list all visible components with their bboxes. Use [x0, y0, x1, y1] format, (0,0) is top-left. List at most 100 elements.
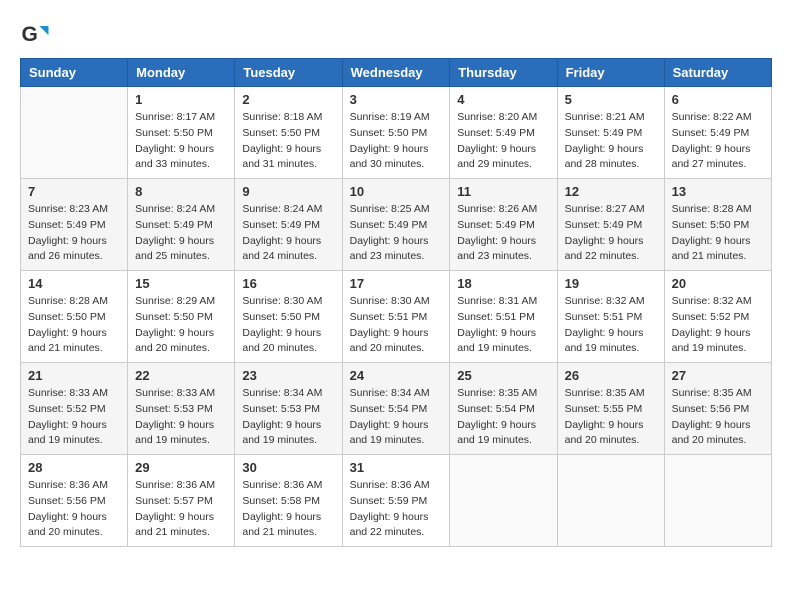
daylight-text: Daylight: 9 hours and 31 minutes.: [242, 142, 334, 174]
calendar-cell: 18Sunrise: 8:31 AMSunset: 5:51 PMDayligh…: [450, 271, 557, 363]
day-info: Sunrise: 8:25 AMSunset: 5:49 PMDaylight:…: [350, 202, 443, 265]
sunset-text: Sunset: 5:52 PM: [672, 310, 764, 326]
day-info: Sunrise: 8:32 AMSunset: 5:51 PMDaylight:…: [565, 294, 657, 357]
sunrise-text: Sunrise: 8:26 AM: [457, 202, 549, 218]
day-info: Sunrise: 8:33 AMSunset: 5:53 PMDaylight:…: [135, 386, 227, 449]
sunset-text: Sunset: 5:49 PM: [28, 218, 120, 234]
day-info: Sunrise: 8:32 AMSunset: 5:52 PMDaylight:…: [672, 294, 764, 357]
calendar-cell: 2 Sunrise: 8:18 AMSunset: 5:50 PMDaylight…: [235, 87, 342, 179]
day-info: Sunrise: 8:30 AMSunset: 5:51 PMDaylight:…: [350, 294, 443, 357]
day-number: 27: [672, 368, 764, 383]
calendar-cell: 31Sunrise: 8:36 AMSunset: 5:59 PMDayligh…: [342, 455, 450, 547]
daylight-text: Daylight: 9 hours and 22 minutes.: [565, 234, 657, 266]
day-number: 28: [28, 460, 120, 475]
day-info: Sunrise: 8:27 AMSunset: 5:49 PMDaylight:…: [565, 202, 657, 265]
sunrise-text: Sunrise: 8:36 AM: [350, 478, 443, 494]
day-number: 29: [135, 460, 227, 475]
daylight-text: Daylight: 9 hours and 33 minutes.: [135, 142, 227, 174]
sunset-text: Sunset: 5:57 PM: [135, 494, 227, 510]
day-info: Sunrise: 8:23 AMSunset: 5:49 PMDaylight:…: [28, 202, 120, 265]
daylight-text: Daylight: 9 hours and 20 minutes.: [672, 418, 764, 450]
day-number: 23: [242, 368, 334, 383]
daylight-text: Daylight: 9 hours and 20 minutes.: [565, 418, 657, 450]
day-info: Sunrise: 8:35 AMSunset: 5:54 PMDaylight:…: [457, 386, 549, 449]
sunset-text: Sunset: 5:49 PM: [565, 126, 657, 142]
day-number: 2: [242, 92, 334, 107]
day-info: Sunrise: 8:24 AMSunset: 5:49 PMDaylight:…: [242, 202, 334, 265]
sunset-text: Sunset: 5:53 PM: [242, 402, 334, 418]
sunrise-text: Sunrise: 8:21 AM: [565, 110, 657, 126]
day-info: Sunrise: 8:18 AMSunset: 5:50 PMDaylight:…: [242, 110, 334, 173]
calendar-week-2: 7Sunrise: 8:23 AMSunset: 5:49 PMDaylight…: [21, 179, 772, 271]
day-info: Sunrise: 8:24 AMSunset: 5:49 PMDaylight:…: [135, 202, 227, 265]
sunrise-text: Sunrise: 8:25 AM: [350, 202, 443, 218]
day-number: 13: [672, 184, 764, 199]
day-number: 17: [350, 276, 443, 291]
svg-text:G: G: [22, 23, 38, 46]
calendar-week-1: 1Sunrise: 8:17 AMSunset: 5:50 PMDaylight…: [21, 87, 772, 179]
calendar-cell: [664, 455, 771, 547]
day-number: 11: [457, 184, 549, 199]
sunrise-text: Sunrise: 8:29 AM: [135, 294, 227, 310]
sunrise-text: Sunrise: 8:35 AM: [672, 386, 764, 402]
daylight-text: Daylight: 9 hours and 19 minutes.: [28, 418, 120, 450]
sunset-text: Sunset: 5:49 PM: [350, 218, 443, 234]
sunset-text: Sunset: 5:49 PM: [457, 218, 549, 234]
sunset-text: Sunset: 5:49 PM: [242, 218, 334, 234]
daylight-text: Daylight: 9 hours and 20 minutes.: [350, 326, 443, 358]
calendar-week-5: 28Sunrise: 8:36 AMSunset: 5:56 PMDayligh…: [21, 455, 772, 547]
sunrise-text: Sunrise: 8:28 AM: [28, 294, 120, 310]
day-number: 6: [672, 92, 764, 107]
day-info: Sunrise: 8:22 AMSunset: 5:49 PMDaylight:…: [672, 110, 764, 173]
daylight-text: Daylight: 9 hours and 28 minutes.: [565, 142, 657, 174]
day-number: 5: [565, 92, 657, 107]
day-info: Sunrise: 8:29 AMSunset: 5:50 PMDaylight:…: [135, 294, 227, 357]
calendar-cell: [557, 455, 664, 547]
sunset-text: Sunset: 5:52 PM: [28, 402, 120, 418]
calendar-cell: 20Sunrise: 8:32 AMSunset: 5:52 PMDayligh…: [664, 271, 771, 363]
daylight-text: Daylight: 9 hours and 19 minutes.: [350, 418, 443, 450]
daylight-text: Daylight: 9 hours and 21 minutes.: [135, 510, 227, 542]
day-number: 14: [28, 276, 120, 291]
sunrise-text: Sunrise: 8:36 AM: [28, 478, 120, 494]
day-number: 12: [565, 184, 657, 199]
sunset-text: Sunset: 5:51 PM: [457, 310, 549, 326]
sunset-text: Sunset: 5:56 PM: [28, 494, 120, 510]
sunrise-text: Sunrise: 8:35 AM: [565, 386, 657, 402]
daylight-text: Daylight: 9 hours and 23 minutes.: [350, 234, 443, 266]
day-info: Sunrise: 8:31 AMSunset: 5:51 PMDaylight:…: [457, 294, 549, 357]
calendar-cell: 6 Sunrise: 8:22 AMSunset: 5:49 PMDaylight…: [664, 87, 771, 179]
sunrise-text: Sunrise: 8:19 AM: [350, 110, 443, 126]
column-header-thursday: Thursday: [450, 59, 557, 87]
daylight-text: Daylight: 9 hours and 19 minutes.: [135, 418, 227, 450]
sunset-text: Sunset: 5:56 PM: [672, 402, 764, 418]
daylight-text: Daylight: 9 hours and 26 minutes.: [28, 234, 120, 266]
day-info: Sunrise: 8:28 AMSunset: 5:50 PMDaylight:…: [28, 294, 120, 357]
column-header-tuesday: Tuesday: [235, 59, 342, 87]
calendar-cell: [450, 455, 557, 547]
logo-icon: G: [20, 20, 50, 50]
sunset-text: Sunset: 5:50 PM: [350, 126, 443, 142]
sunrise-text: Sunrise: 8:34 AM: [350, 386, 443, 402]
sunrise-text: Sunrise: 8:30 AM: [242, 294, 334, 310]
day-number: 15: [135, 276, 227, 291]
day-info: Sunrise: 8:34 AMSunset: 5:54 PMDaylight:…: [350, 386, 443, 449]
calendar-cell: 16Sunrise: 8:30 AMSunset: 5:50 PMDayligh…: [235, 271, 342, 363]
column-header-saturday: Saturday: [664, 59, 771, 87]
sunrise-text: Sunrise: 8:23 AM: [28, 202, 120, 218]
day-info: Sunrise: 8:17 AMSunset: 5:50 PMDaylight:…: [135, 110, 227, 173]
calendar-cell: 21Sunrise: 8:33 AMSunset: 5:52 PMDayligh…: [21, 363, 128, 455]
day-info: Sunrise: 8:33 AMSunset: 5:52 PMDaylight:…: [28, 386, 120, 449]
sunset-text: Sunset: 5:49 PM: [672, 126, 764, 142]
sunrise-text: Sunrise: 8:20 AM: [457, 110, 549, 126]
sunrise-text: Sunrise: 8:34 AM: [242, 386, 334, 402]
day-number: 10: [350, 184, 443, 199]
day-number: 3: [350, 92, 443, 107]
calendar-cell: 29Sunrise: 8:36 AMSunset: 5:57 PMDayligh…: [128, 455, 235, 547]
daylight-text: Daylight: 9 hours and 19 minutes.: [457, 326, 549, 358]
calendar-cell: 7Sunrise: 8:23 AMSunset: 5:49 PMDaylight…: [21, 179, 128, 271]
sunset-text: Sunset: 5:59 PM: [350, 494, 443, 510]
day-info: Sunrise: 8:36 AMSunset: 5:56 PMDaylight:…: [28, 478, 120, 541]
sunset-text: Sunset: 5:50 PM: [242, 310, 334, 326]
daylight-text: Daylight: 9 hours and 21 minutes.: [242, 510, 334, 542]
